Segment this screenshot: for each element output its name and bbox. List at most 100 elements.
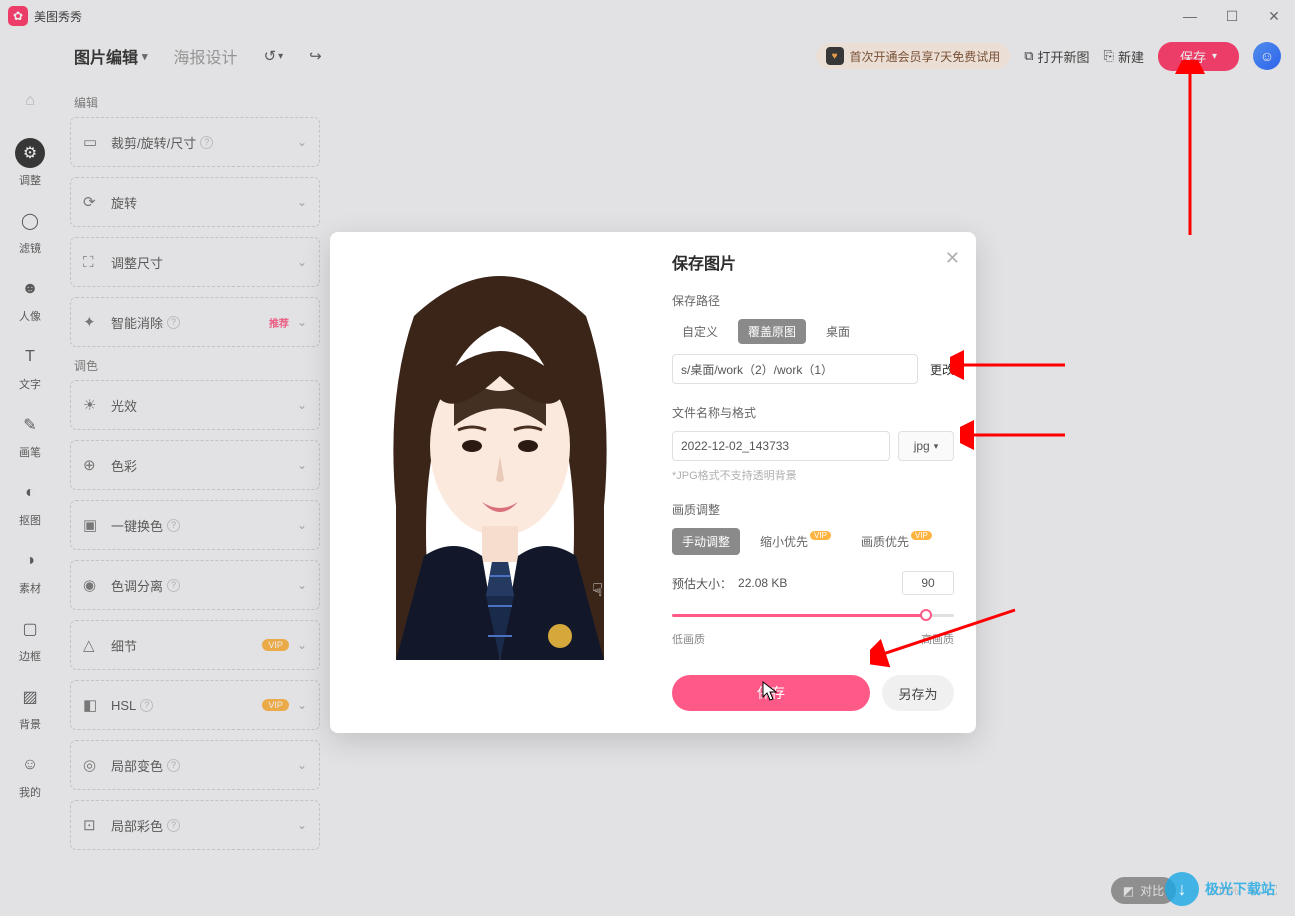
rail-material[interactable]: ◑ 素材 bbox=[15, 546, 45, 596]
home-icon[interactable]: ⌂ bbox=[15, 86, 45, 116]
change-path-button[interactable]: 更改 bbox=[930, 361, 954, 378]
chevron-down-icon: ⌄ bbox=[297, 135, 307, 149]
quality-tab-hq[interactable]: 画质优先VIP bbox=[851, 528, 942, 555]
rail-label: 抠图 bbox=[19, 512, 41, 528]
rail-label: 边框 bbox=[19, 648, 41, 664]
info-icon: ? bbox=[200, 136, 213, 149]
rail-filter[interactable]: ◯ 滤镜 bbox=[15, 206, 45, 256]
rail-label: 人像 bbox=[19, 308, 41, 324]
rail-frame[interactable]: ▢边框 bbox=[15, 614, 45, 664]
detail-icon: △ bbox=[83, 636, 101, 654]
maximize-button[interactable]: ☐ bbox=[1211, 0, 1253, 32]
adjust-icon: ⚙ bbox=[15, 138, 45, 168]
svg-text:☟: ☟ bbox=[592, 580, 603, 600]
rail-text[interactable]: T 文字 bbox=[15, 342, 45, 392]
quality-tab-shrink[interactable]: 缩小优先VIP bbox=[750, 528, 841, 555]
rail-portrait[interactable]: ☻ 人像 bbox=[15, 274, 45, 324]
format-hint: *JPG格式不支持透明背景 bbox=[672, 467, 954, 483]
path-tab-custom[interactable]: 自定义 bbox=[672, 319, 728, 344]
watermark-icon: ↓ bbox=[1165, 872, 1199, 906]
resize-icon: ⛶ bbox=[83, 254, 101, 271]
text-icon: T bbox=[15, 342, 45, 372]
row-crop[interactable]: ▭裁剪/旋转/尺寸?⌄ bbox=[70, 117, 320, 167]
titlebar: ✿ 美图秀秀 — ☐ ✕ bbox=[0, 0, 1295, 32]
row-local-recolor[interactable]: ◎局部变色?⌄ bbox=[70, 740, 320, 790]
brush-icon: ✎ bbox=[15, 410, 45, 440]
user-avatar[interactable]: ☺ bbox=[1253, 42, 1281, 70]
close-button[interactable]: ✕ bbox=[1253, 0, 1295, 32]
new-file-button[interactable]: ⎘新建 bbox=[1104, 47, 1144, 66]
vip-badge: VIP bbox=[262, 639, 289, 651]
rail-mine[interactable]: ☺ 我的 bbox=[15, 750, 45, 800]
side-rail: ⌂ ⚙ 调整 ◯ 滤镜 ☻ 人像 T 文字 ✎ 画笔 ◐ 抠图 ◑ 素材 ▢边框 ▨ 背景 ☺ 我… bbox=[0, 80, 60, 916]
app-logo-icon: ✿ bbox=[8, 6, 28, 26]
save-image-modal: ✕ bbox=[330, 232, 976, 733]
row-light[interactable]: ☀光效⌄ bbox=[70, 380, 320, 430]
row-resize[interactable]: ⛶调整尺寸⌄ bbox=[70, 237, 320, 287]
crop-icon: ▭ bbox=[83, 133, 101, 151]
row-recolor[interactable]: ▣一键换色?⌄ bbox=[70, 500, 320, 550]
quality-tab-manual[interactable]: 手动调整 bbox=[672, 528, 740, 555]
rail-adjust[interactable]: ⚙ 调整 bbox=[15, 138, 45, 188]
quality-value-input[interactable] bbox=[902, 571, 954, 595]
filename-label: 文件名称与格式 bbox=[672, 404, 954, 421]
rail-label: 我的 bbox=[19, 784, 41, 800]
target-icon: ◎ bbox=[83, 756, 101, 774]
user-icon: ☺ bbox=[15, 750, 45, 780]
filename-input[interactable] bbox=[672, 431, 890, 461]
app-title: 美图秀秀 bbox=[34, 8, 82, 25]
format-select[interactable]: jpg▾ bbox=[898, 431, 954, 461]
row-local-color[interactable]: ⊡局部彩色?⌄ bbox=[70, 800, 320, 850]
rail-background[interactable]: ▨ 背景 bbox=[15, 682, 45, 732]
rail-label: 背景 bbox=[19, 716, 41, 732]
low-quality-label: 低画质 bbox=[672, 631, 705, 647]
modal-save-button[interactable]: 保存 bbox=[672, 675, 870, 711]
path-tab-desktop[interactable]: 桌面 bbox=[816, 319, 860, 344]
adjust-panel: 编辑 ▭裁剪/旋转/尺寸?⌄ ⟳旋转⌄ ⛶调整尺寸⌄ ✦智能消除?推荐⌄ 调色 … bbox=[60, 80, 330, 916]
new-badge: 推荐 bbox=[269, 315, 289, 330]
row-splittone[interactable]: ◉色调分离?⌄ bbox=[70, 560, 320, 610]
row-color[interactable]: ⊕色彩⌄ bbox=[70, 440, 320, 490]
light-icon: ☀ bbox=[83, 396, 101, 414]
chevron-down-icon: ▾ bbox=[934, 441, 939, 452]
toolbar: 图片编辑▾ 海报设计 ↺▾ ↪ ♥ 首次开通会员享7天免费试用 ⧉打开新图 ⎘新… bbox=[0, 32, 1295, 80]
vip-promo-text: 首次开通会员享7天免费试用 bbox=[850, 48, 1001, 65]
row-smart-remove[interactable]: ✦智能消除?推荐⌄ bbox=[70, 297, 320, 347]
row-rotate[interactable]: ⟳旋转⌄ bbox=[70, 177, 320, 227]
save-button[interactable]: 保存▾ bbox=[1158, 42, 1239, 71]
row-hsl[interactable]: ◧HSL?VIP⌄ bbox=[70, 680, 320, 730]
redo-button[interactable]: ↪ bbox=[309, 47, 322, 65]
rail-brush[interactable]: ✎ 画笔 bbox=[15, 410, 45, 460]
image-preview: ☟ bbox=[354, 256, 646, 660]
compare-icon: ◩ bbox=[1123, 884, 1134, 898]
rail-label: 素材 bbox=[19, 580, 41, 596]
portrait-icon: ☻ bbox=[15, 274, 45, 304]
splittone-icon: ◉ bbox=[83, 576, 101, 594]
cutout-icon: ◐ bbox=[15, 478, 45, 508]
quality-slider[interactable] bbox=[672, 605, 954, 625]
background-icon: ▨ bbox=[15, 682, 45, 712]
rail-cutout[interactable]: ◐ 抠图 bbox=[15, 478, 45, 528]
tab-poster-design[interactable]: 海报设计 bbox=[174, 44, 238, 68]
path-tab-overwrite[interactable]: 覆盖原图 bbox=[738, 319, 806, 344]
material-icon: ◑ bbox=[15, 546, 45, 576]
tab-image-edit[interactable]: 图片编辑▾ bbox=[74, 44, 148, 68]
save-path-input[interactable]: s/桌面/work（2）/work（1） bbox=[672, 354, 918, 384]
vip-promo-pill[interactable]: ♥ 首次开通会员享7天免费试用 bbox=[816, 43, 1011, 69]
modal-saveas-button[interactable]: 另存为 bbox=[882, 675, 954, 711]
minimize-button[interactable]: — bbox=[1169, 0, 1211, 32]
rail-label: 滤镜 bbox=[19, 240, 41, 256]
hsl-icon: ◧ bbox=[83, 696, 101, 714]
color-icon: ⊕ bbox=[83, 456, 101, 474]
rail-label: 调整 bbox=[19, 172, 41, 188]
rail-label: 画笔 bbox=[19, 444, 41, 460]
watermark: ↓ 极光下载站 bbox=[1165, 872, 1275, 906]
modal-close-button[interactable]: ✕ bbox=[945, 248, 960, 269]
chevron-down-icon: ▾ bbox=[142, 50, 148, 63]
open-new-image-button[interactable]: ⧉打开新图 bbox=[1024, 47, 1089, 66]
filter-icon: ◯ bbox=[15, 206, 45, 236]
undo-button[interactable]: ↺▾ bbox=[264, 47, 284, 65]
new-file-icon: ⎘ bbox=[1104, 48, 1114, 64]
rail-label: 文字 bbox=[19, 376, 41, 392]
row-detail[interactable]: △细节VIP⌄ bbox=[70, 620, 320, 670]
